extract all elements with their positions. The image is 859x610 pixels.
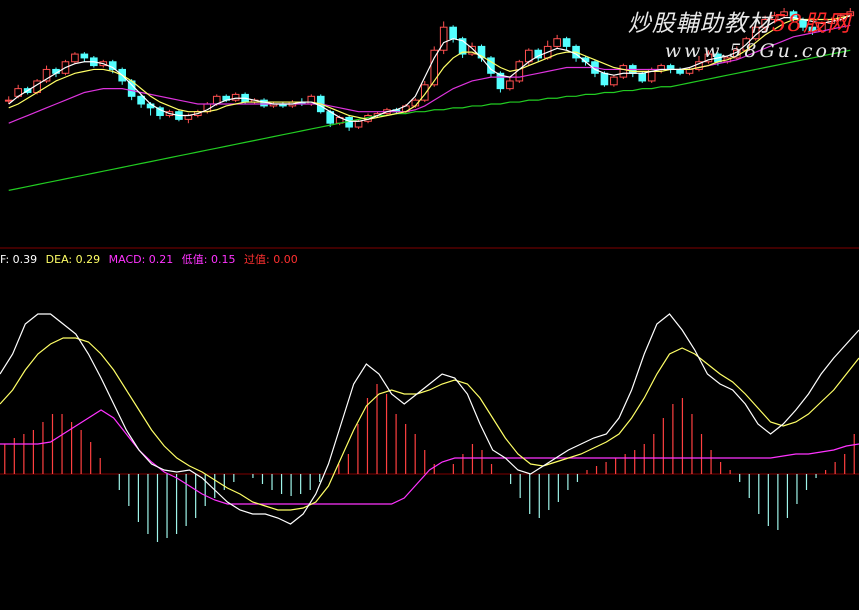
ma-longest-line bbox=[8, 49, 851, 191]
watermark-title-main: 炒股輔助教材 bbox=[627, 11, 772, 37]
legend-dea: DEA: 0.29 bbox=[45, 253, 101, 266]
watermark-title-accent: 58股网 bbox=[771, 11, 851, 37]
chart-canvas bbox=[0, 8, 859, 542]
candle-body bbox=[430, 49, 439, 86]
indicator-legend: F: 0.39 DEA: 0.29 MACD: 0.21 低值: 0.15 过值… bbox=[0, 251, 303, 267]
watermark-title: 炒股輔助教材58股网 bbox=[628, 4, 851, 38]
candle-body bbox=[80, 53, 89, 59]
candle-body bbox=[619, 65, 628, 78]
watermark: 炒股輔助教材58股网 www.58Gu.com bbox=[628, 4, 851, 62]
macd-histogram bbox=[4, 384, 855, 542]
candle-body bbox=[600, 72, 609, 86]
legend-macd: MACD: 0.21 bbox=[108, 253, 174, 266]
candle-body bbox=[71, 53, 79, 63]
candle-body bbox=[449, 26, 457, 40]
candle-body bbox=[562, 38, 571, 47]
legend-low: 低值: 0.15 bbox=[181, 253, 236, 266]
candle-body bbox=[506, 80, 514, 90]
candle-body bbox=[553, 38, 561, 47]
legend-cross: 过值: 0.00 bbox=[244, 253, 298, 266]
candle-body bbox=[4, 99, 13, 102]
watermark-url: www.58Gu.com bbox=[664, 40, 851, 62]
candle-body bbox=[354, 120, 363, 128]
legend-dif: F: 0.39 bbox=[0, 253, 38, 266]
candle-body bbox=[610, 76, 618, 86]
candle-body bbox=[638, 72, 647, 82]
